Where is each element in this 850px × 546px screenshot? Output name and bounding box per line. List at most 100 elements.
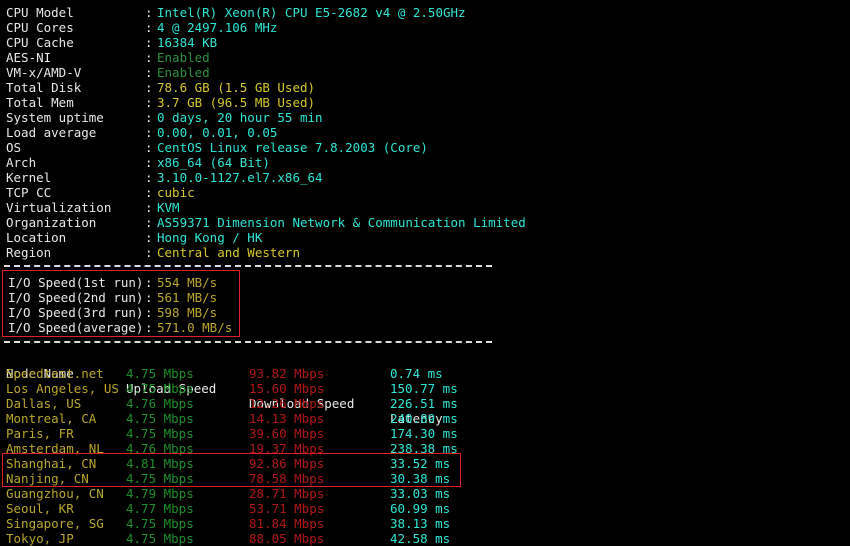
io-speed-value: 561 MB/s: [157, 290, 218, 305]
system-info-row: System uptime:0 days, 20 hour 55 min: [0, 110, 850, 125]
cell-upload-speed: 4.79 Mbps: [126, 486, 194, 501]
io-speed-label: I/O Speed(2nd run): [8, 290, 144, 305]
system-info-label: CPU Model: [6, 5, 74, 20]
separator-line-top: [4, 265, 492, 267]
system-info-value: 0.00, 0.01, 0.05: [157, 125, 278, 140]
system-info-label: Location: [6, 230, 67, 245]
io-speed-row: I/O Speed(average):571.0 MB/s: [0, 320, 850, 335]
system-info-colon: :: [145, 170, 153, 185]
table-row: Speedtest.net 4.75 Mbps 93.82 Mbps 0.74 ms: [0, 366, 850, 381]
system-info-value: Enabled: [157, 65, 210, 80]
system-info-label: System uptime: [6, 110, 104, 125]
cell-latency: 33.52 ms: [390, 456, 451, 471]
system-info-colon: :: [145, 200, 153, 215]
cell-upload-speed: 4.75 Mbps: [126, 531, 194, 546]
separator-line-bottom: [4, 341, 492, 343]
system-info-colon: :: [145, 245, 153, 260]
system-info-row: Location: Hong Kong / HK: [0, 230, 850, 245]
system-info-value: Central and Western: [157, 245, 300, 260]
system-info-row: Organization: AS59371 Dimension Network &…: [0, 215, 850, 230]
cell-node-name: Speedtest.net: [6, 366, 104, 381]
system-info-label: OS: [6, 140, 22, 155]
cell-download-speed: 19.37 Mbps: [249, 441, 325, 456]
cell-latency: 30.38 ms: [390, 471, 451, 486]
system-info-colon: :: [145, 35, 153, 50]
table-row: Nanjing, CN 4.75 Mbps 78.58 Mbps 30.38 ms: [0, 471, 850, 486]
system-info-row: TCP CC: cubic: [0, 185, 850, 200]
system-info-label: VM-x/AMD-V: [6, 65, 82, 80]
system-info-value: 16384 KB: [157, 35, 218, 50]
io-speed-label: I/O Speed(3rd run): [8, 305, 144, 320]
system-info-value: 78.6 GB (1.5 GB Used): [157, 80, 316, 95]
cell-node-name: Montreal, CA: [6, 411, 97, 426]
system-info-value: Hong Kong / HK: [157, 230, 263, 245]
system-info-row: Kernel:3.10.0-1127.el7.x86_64: [0, 170, 850, 185]
system-info-block: CPU Model: Intel(R) Xeon(R) CPU E5-2682 v…: [0, 5, 850, 260]
system-info-value: cubic: [157, 185, 195, 200]
system-info-row: OS: CentOS Linux release 7.8.2003 (Core): [0, 140, 850, 155]
cell-download-speed: 14.13 Mbps: [249, 411, 325, 426]
speedtest-table: Node Name Upload Speed Download Speed La…: [0, 351, 850, 546]
io-speed-value: 554 MB/s: [157, 275, 218, 290]
system-info-colon: :: [145, 140, 153, 155]
cell-download-speed: 92.86 Mbps: [249, 456, 325, 471]
cell-download-speed: 88.05 Mbps: [249, 531, 325, 546]
cell-node-name: Nanjing, CN: [6, 471, 89, 486]
cell-node-name: Singapore, SG: [6, 516, 104, 531]
system-info-label: Kernel: [6, 170, 52, 185]
system-info-value: 3.10.0-1127.el7.x86_64: [157, 170, 323, 185]
system-info-row: CPU Model: Intel(R) Xeon(R) CPU E5-2682 v…: [0, 5, 850, 20]
cell-upload-speed: 4.81 Mbps: [126, 456, 194, 471]
cell-latency: 60.99 ms: [390, 501, 451, 516]
cell-node-name: Los Angeles, US: [6, 381, 119, 396]
system-info-colon: :: [145, 95, 153, 110]
table-row: Los Angeles, US 4.75 Mbps 15.60 Mbps 150.77…: [0, 381, 850, 396]
system-info-colon: :: [145, 20, 153, 35]
system-info-label: CPU Cores: [6, 20, 74, 35]
io-speed-label: I/O Speed(average): [8, 320, 144, 335]
io-speed-row: I/O Speed(3rd run):598 MB/s: [0, 305, 850, 320]
system-info-colon: :: [145, 215, 153, 230]
system-info-colon: :: [145, 5, 153, 20]
cell-node-name: Seoul, KR: [6, 501, 74, 516]
system-info-colon: :: [145, 65, 153, 80]
system-info-row: Region: Central and Western: [0, 245, 850, 260]
system-info-row: Arch: x86_64 (64 Bit): [0, 155, 850, 170]
cell-latency: 150.77 ms: [390, 381, 458, 396]
table-row: Seoul, KR 4.77 Mbps 53.71 Mbps 60.99 ms: [0, 501, 850, 516]
table-row: Dallas, US 4.76 Mbps 12.26 Mbps 226.51 ms: [0, 396, 850, 411]
system-info-label: AES-NI: [6, 50, 52, 65]
system-info-colon: :: [145, 80, 153, 95]
cell-node-name: Dallas, US: [6, 396, 82, 411]
table-row: Guangzhou, CN 4.79 Mbps 28.71 Mbps 33.03 ms: [0, 486, 850, 501]
system-info-label: Load average: [6, 125, 97, 140]
cell-node-name: Amsterdam, NL: [6, 441, 104, 456]
io-speed-value: 598 MB/s: [157, 305, 218, 320]
cell-download-speed: 78.58 Mbps: [249, 471, 325, 486]
system-info-value: KVM: [157, 200, 180, 215]
cell-latency: 42.58 ms: [390, 531, 451, 546]
table-row: Amsterdam, NL 4.76 Mbps 19.37 Mbps 238.38 m…: [0, 441, 850, 456]
cell-download-speed: 28.71 Mbps: [249, 486, 325, 501]
system-info-row: AES-NI: Enabled: [0, 50, 850, 65]
system-info-label: Organization: [6, 215, 97, 230]
cell-latency: 226.51 ms: [390, 396, 458, 411]
table-row: Singapore, SG 4.75 Mbps 81.84 Mbps 38.13 ms: [0, 516, 850, 531]
table-row: Montreal, CA 4.75 Mbps 14.13 Mbps 240.89 ms: [0, 411, 850, 426]
cell-download-speed: 93.82 Mbps: [249, 366, 325, 381]
system-info-colon: :: [145, 50, 153, 65]
system-info-label: Virtualization: [6, 200, 112, 215]
system-info-colon: :: [145, 110, 153, 125]
cell-latency: 240.89 ms: [390, 411, 458, 426]
system-info-colon: :: [145, 185, 153, 200]
cell-upload-speed: 4.76 Mbps: [126, 396, 194, 411]
cell-latency: 0.74 ms: [390, 366, 443, 381]
system-info-value: 3.7 GB (96.5 MB Used): [157, 95, 316, 110]
system-info-label: TCP CC: [6, 185, 52, 200]
io-speed-value: 571.0 MB/s: [157, 320, 233, 335]
system-info-colon: :: [145, 230, 153, 245]
io-speed-colon: :: [145, 305, 153, 320]
system-info-value: 0 days, 20 hour 55 min: [157, 110, 323, 125]
system-info-row: VM-x/AMD-V: Enabled: [0, 65, 850, 80]
cell-upload-speed: 4.75 Mbps: [126, 411, 194, 426]
